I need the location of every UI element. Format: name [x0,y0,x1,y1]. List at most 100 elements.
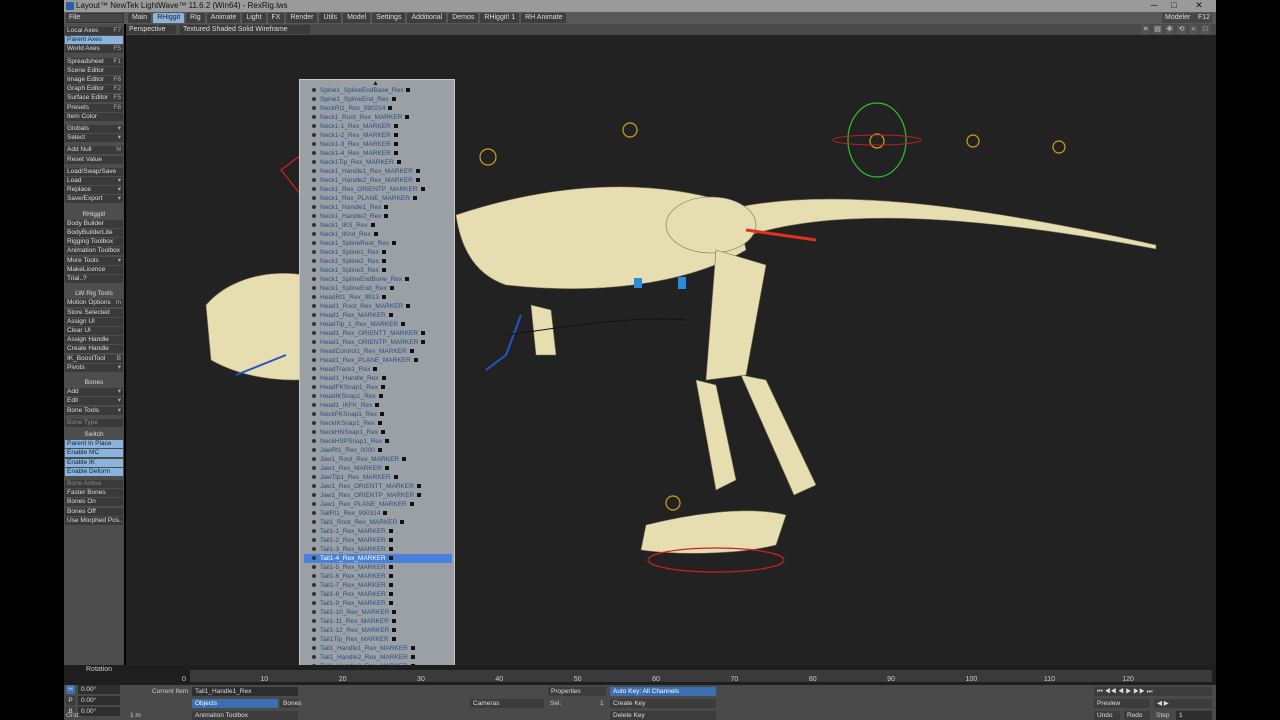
list-item[interactable]: HeadTrack1_Rex [304,365,452,374]
bones-button[interactable]: Bones [280,699,301,708]
list-item[interactable]: Jaw1_Rex_PLANE_MARKER [304,500,452,509]
list-item[interactable]: Spine1_SplineEndBase_Rex [304,86,452,95]
list-item[interactable]: Neck1_IKnd_Rex [304,230,452,239]
list-item[interactable]: Neck1-3_Rex_MARKER [304,140,452,149]
playback-controls[interactable]: ⏮ ◀◀ ◀ ▶ ▶▶ ⏭ [1094,687,1212,696]
list-item[interactable]: Head1_Handle_Rex [304,374,452,383]
toolbar-item-pivots[interactable]: Pivots ▾ [65,363,123,372]
toolbar-item-more-tools[interactable]: More Tools ▾ [65,256,123,265]
toolbar-item-presets[interactable]: Presets F8 [65,103,123,112]
auto-key-select[interactable]: Auto Key: All Channels [610,687,716,696]
toolbar-item-assign-ui[interactable]: Assign UI [65,317,123,326]
list-item[interactable]: Tail1-3_Rex_MARKER [304,545,452,554]
list-item[interactable]: Tail1-6_Rex_MARKER [304,572,452,581]
play-controls-2[interactable]: ◀ ▶ [1154,699,1212,708]
tab-main[interactable]: Main [128,13,152,23]
toolbar-item-reset-value[interactable]: Reset Value [65,155,123,164]
close-button[interactable]: ✕ [1186,0,1212,11]
tab-additional[interactable]: Additional [407,13,447,23]
list-item[interactable]: Jaw1_Rex_ORIENTT_MARKER [304,482,452,491]
pitch-value-field[interactable]: 0.00° [78,696,120,705]
list-item[interactable]: Tail1-10_Rex_MARKER [304,608,452,617]
bank-value-field[interactable]: 0.00° [78,707,120,716]
list-item[interactable]: Neck1_Handle2_Rex_MARKER [304,176,452,185]
list-item[interactable]: Neck1_Root_Rex_MARKER [304,113,452,122]
toolbar-item-enable-ik[interactable]: Enable IK F8 [65,458,123,467]
tab-rhiggit[interactable]: RHiggit [153,13,185,23]
list-item[interactable]: TailRt1_Rex_990314 [304,509,452,518]
toolbar-item-globals[interactable]: Globals ▾ [65,125,123,133]
tab-demos[interactable]: Demos [448,13,479,23]
create-key-button[interactable]: Create Key [610,699,716,708]
tab-animate[interactable]: Animate [206,13,241,23]
toolbar-item-image-editor[interactable]: Image Editor F6 [65,76,123,84]
maximize-view-icon[interactable]: □ [1201,25,1210,34]
list-item[interactable]: Neck1_Rex_PLANE_MARKER [304,194,452,203]
current-item-select[interactable]: Tail1_Handle1_Rex [192,687,298,696]
list-item[interactable]: NeckIKSnap1_Rex [304,419,452,428]
list-item[interactable]: Tail1-5_Rex_MARKER [304,563,452,572]
toolbar-item-select[interactable]: Select ▾ [65,134,123,143]
list-item[interactable]: Tail1-4_Rex_MARKER [304,554,452,563]
toolbar-item-graph-editor[interactable]: Graph Editor F2 [65,85,123,94]
h-channel-toggle[interactable]: H [66,685,75,694]
list-item[interactable]: Tail1_Handle1_Rex_MARKER [304,644,452,653]
toolbar-item-ik-boosttool[interactable]: IK_BoostTool B [65,354,123,363]
tab-rh-animate[interactable]: RH Animate [521,13,567,23]
list-item[interactable]: HeadIKSnap1_Rex [304,392,452,401]
list-item[interactable]: Neck1_Rex_ORIENTP_MARKER [304,185,452,194]
heading-value-field[interactable]: 0.00° [78,685,120,694]
toolbar-item-store-selected[interactable]: Store Selected [65,308,123,317]
timeline[interactable]: Rotation 0 10 20 30 40 50 60 70 80 90 100 110 120 [64,665,1216,685]
list-item[interactable]: Neck1_IKS_Rex [304,221,452,230]
3d-viewport[interactable] [126,35,1216,665]
toolbar-item-body-builder[interactable]: Body Builder [65,219,123,228]
toolbar-item-surface-editor[interactable]: Surface Editor F5 [65,94,123,103]
view-layout-icon[interactable]: ≡ [1141,25,1150,34]
list-item[interactable]: Tail1-9_Rex_MARKER [304,599,452,608]
view-type-select[interactable]: Perspective [126,25,176,34]
list-item[interactable]: NeckHSPSnap1_Rex [304,437,452,446]
toolbar-item-save-export[interactable]: Save/Export ▾ [65,195,123,204]
toolbar-item-replace[interactable]: Replace ▾ [65,186,123,195]
toolbar-item-bones-on[interactable]: Bones On [65,498,123,507]
toolbar-item-add-null[interactable]: Add Null N [65,146,123,155]
list-item[interactable]: Neck1-4_Rex_MARKER [304,149,452,158]
tab-settings[interactable]: Settings [372,13,406,23]
animation-toolbox-button[interactable]: Animation Toolbox [192,711,298,720]
list-item[interactable]: Jaw1_Rex_MARKER [304,464,452,473]
list-item[interactable]: NeckRt1_Rex_990214 [304,104,452,113]
list-item[interactable]: Tail1_Root_Rex_MARKER [304,518,452,527]
list-item[interactable]: Neck1-1_Rex_MARKER [304,122,452,131]
list-item[interactable]: Jaw1_Root_Rex_MARKER [304,455,452,464]
toolbar-item-bone-type[interactable]: Bone Type [65,418,123,427]
toolbar-item-rigging-toolbox[interactable]: Rigging Toolbox [65,238,123,247]
toolbar-item-item-color[interactable]: Item Color [65,112,123,121]
toolbar-item-load[interactable]: Load ▾ [65,177,123,185]
redo-button[interactable]: Redo [1124,711,1150,720]
delete-key-button[interactable]: Delete Key [610,711,716,720]
list-item[interactable]: Tail1-2_Rex_MARKER [304,536,452,545]
maximize-button[interactable]: □ [1166,0,1182,11]
list-item[interactable]: Head1_Root_Rex_MARKER [304,302,452,311]
toolbar-item-enable-mc[interactable]: Enable MC [65,449,123,458]
list-item[interactable]: Neck1_Handle1_Rex_MARKER [304,167,452,176]
toolbar-item-scene-editor[interactable]: Scene Editor [65,66,123,75]
objects-button[interactable]: Objects [192,699,278,708]
modeler-button[interactable]: Modeler F12 [1162,13,1212,23]
shading-mode-select[interactable]: Textured Shaded Solid Wireframe [180,25,310,34]
list-item[interactable]: Neck1_Spline2_Rex [304,257,452,266]
rotate-view-icon[interactable]: ⟲ [1177,25,1186,34]
toolbar-item-bodybuilderlite[interactable]: BodyBuilderLite [65,229,123,237]
toolbar-item-clear-ui[interactable]: Clear UI [65,327,123,335]
list-item[interactable]: Spine1_SplineEnd_Rex [304,95,452,104]
p-channel-toggle[interactable]: P [66,696,75,705]
toolbar-item-add[interactable]: Add ▾ [65,388,123,397]
toolbar-item-parent-in-place[interactable]: Parent In Place [65,440,123,449]
list-item[interactable]: Neck1_Spline1_Rex [304,248,452,257]
toolbar-item-enable-deform[interactable]: Enable Deform [65,467,123,476]
list-item[interactable]: HeadRt1_Rex_9913 [304,293,452,302]
list-item[interactable]: NeckHNSnap1_Rex [304,428,452,437]
toolbar-item-parent-axes[interactable]: Parent Axes F7 [65,36,123,45]
toolbar-item-world-axes[interactable]: World Axes F5 [65,45,123,54]
